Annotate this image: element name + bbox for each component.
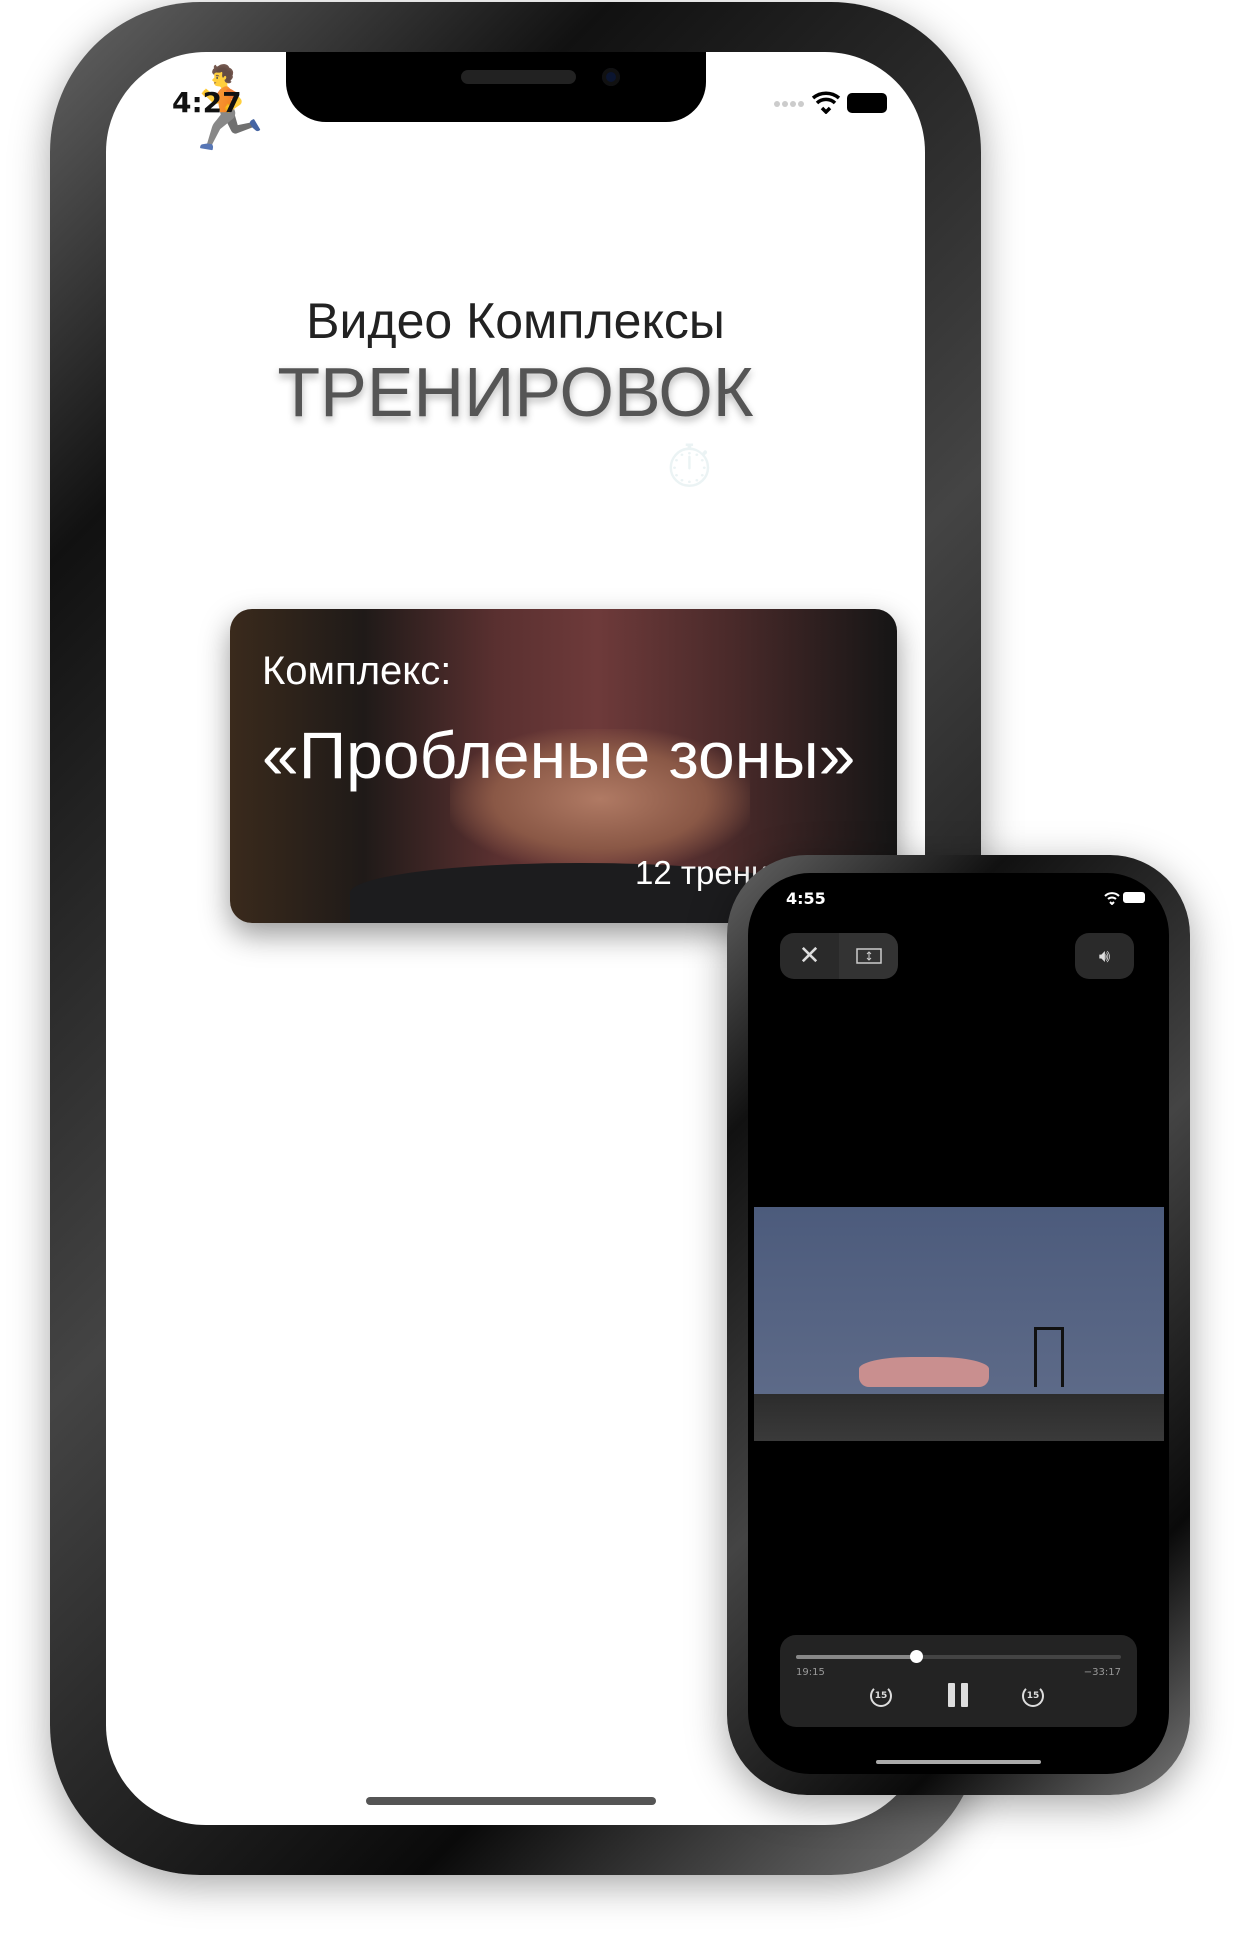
speaker-icon: 🔊︎ [1098,945,1111,967]
player-phone-frame: 4:55 ✕ 🔊︎ 19:15 −33:17 15 15 [727,855,1190,1795]
card-label: Комплекс: [262,649,452,693]
card-title: «Пробленые зоны» [262,718,856,792]
progress-fill [796,1655,917,1659]
remaining-time: −33:17 [1083,1667,1121,1678]
skip-forward-icon: 15 [1026,1691,1040,1701]
video-person [859,1357,989,1387]
pause-icon [948,1683,955,1707]
video-frame[interactable] [754,1207,1164,1441]
volume-button[interactable]: 🔊︎ [1075,933,1134,979]
aspect-fill-button[interactable] [839,933,898,979]
pause-icon [961,1683,968,1707]
video-chair [1034,1327,1064,1387]
page-title: Видео Комплексы [306,293,725,349]
speaker [461,70,576,84]
close-button[interactable]: ✕ [780,933,839,979]
notch [286,52,706,122]
elapsed-time: 19:15 [796,1667,825,1678]
player-phone-screen: 4:55 ✕ 🔊︎ 19:15 −33:17 15 15 [748,873,1169,1774]
skip-forward-button[interactable]: 15 [1022,1685,1044,1707]
pause-button[interactable] [948,1683,968,1707]
status-icons [774,91,887,114]
home-indicator [876,1760,1041,1764]
status-time: 4:27 [172,86,242,119]
fitness-pattern-icon: ⏱ [666,432,713,502]
skip-back-button[interactable]: 15 [870,1685,892,1707]
skip-back-icon: 15 [874,1691,888,1701]
page-subtitle: ТРЕНИРОВОК [277,353,754,431]
close-icon: ✕ [798,941,821,971]
camera [602,68,620,86]
status-time: 4:55 [786,889,826,908]
status-icons [1104,892,1145,905]
aspect-icon [855,948,882,964]
playback-controls: 19:15 −33:17 15 15 [780,1635,1137,1727]
progress-knob[interactable] [910,1650,924,1663]
progress-slider[interactable] [796,1650,1121,1663]
home-indicator [366,1797,656,1805]
